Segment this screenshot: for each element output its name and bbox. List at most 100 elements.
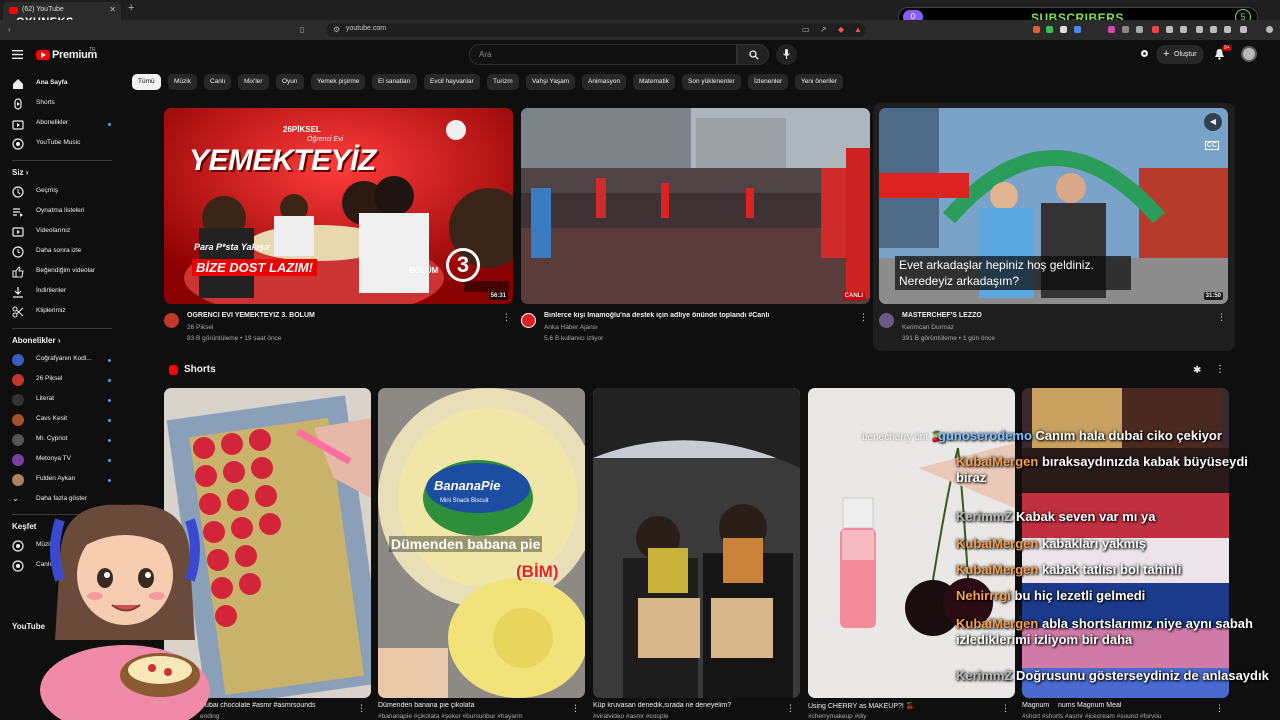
sidebar-subscription[interactable]: 26 Piksel xyxy=(12,372,112,388)
chip-8[interactable]: Turizm xyxy=(487,74,519,90)
close-tab-icon[interactable]: ✕ xyxy=(109,5,116,14)
more-options-icon[interactable]: ⋮ xyxy=(502,312,511,323)
short-title[interactable]: Dümenden banana pie çikolata xyxy=(378,702,558,709)
brave-shield-icon[interactable]: ◆ xyxy=(838,25,844,34)
chip-5[interactable]: Yemek pişirme xyxy=(311,74,366,90)
sidebar-item-youtube-music[interactable]: YouTube Music xyxy=(12,136,112,152)
mute-icon[interactable]: ◀ xyxy=(1204,113,1222,131)
studio-gear-icon[interactable] xyxy=(1139,48,1150,59)
chip-13[interactable]: İzlenenler xyxy=(748,74,789,90)
extension-icon[interactable] xyxy=(1074,26,1081,33)
more-options-icon[interactable]: ⋮ xyxy=(1217,312,1226,323)
more-options-icon[interactable]: ⋮ xyxy=(786,703,795,714)
chip-0[interactable]: Tümü xyxy=(132,74,161,90)
chip-3[interactable]: Mix'ler xyxy=(238,74,269,90)
hamburger-menu-icon[interactable] xyxy=(12,50,23,59)
chip-7[interactable]: Evcil hayvanlar xyxy=(424,74,480,90)
sidebar-item-abonelikler[interactable]: Abonelikler xyxy=(12,116,112,132)
extension-icon[interactable] xyxy=(1108,26,1115,33)
browser-menu-icon[interactable] xyxy=(1266,26,1273,33)
video-title[interactable]: MASTERCHEF'S LEZZO xyxy=(902,312,1212,319)
more-options-icon[interactable]: ⋮ xyxy=(1001,703,1010,714)
sidebar-subscription[interactable]: Coğrafyanın Kodl... xyxy=(12,352,112,368)
more-options-icon[interactable]: ⋮ xyxy=(859,312,868,323)
sidebar-item-oynatma-listeleri[interactable]: Oynatma listeleri xyxy=(12,204,112,220)
chip-2[interactable]: Canlı xyxy=(204,74,232,90)
sidebar-item-daha-sonra-izle[interactable]: Daha sonra izle xyxy=(12,244,112,260)
short-thumbnail[interactable] xyxy=(593,388,800,698)
extension-icon[interactable] xyxy=(1046,26,1053,33)
more-options-icon[interactable]: ⋮ xyxy=(1215,703,1224,714)
video-title[interactable]: ÖĞRENCİ EVİ YEMEKTEYİZ 3. BÖLÜM xyxy=(187,312,497,319)
sidebar-item-ana-sayfa[interactable]: Ana Sayfa xyxy=(12,76,112,92)
more-options-icon[interactable]: ⋮ xyxy=(357,703,366,714)
new-tab-icon[interactable]: + xyxy=(128,2,134,14)
back-icon[interactable]: ‹ xyxy=(8,25,11,34)
short-thumbnail[interactable]: BananaPie Mini Snack Biscuit Dümenden ba… xyxy=(378,388,585,698)
site-info-icon[interactable]: ⚙ xyxy=(333,25,340,34)
search-button[interactable] xyxy=(737,44,769,65)
chat-message: KubaiMergen bıraksaydınızda kabak büyüse… xyxy=(938,454,1278,486)
channel-name[interactable]: 26 Piksel xyxy=(187,324,213,331)
create-button[interactable]: + Oluştur xyxy=(1156,45,1204,64)
channel-avatar[interactable] xyxy=(521,313,536,328)
extension-icon[interactable] xyxy=(1166,26,1173,33)
video-thumbnail[interactable]: Öğrenci Evi 26PİKSEL YEMEKTEYİZ Para P*s… xyxy=(164,108,513,304)
sidebar-item-kliplerimiz[interactable]: Kliplerimiz xyxy=(12,304,112,320)
youtube-logo-icon[interactable] xyxy=(36,50,50,60)
cast-icon[interactable]: ▭ xyxy=(802,25,810,34)
address-bar[interactable] xyxy=(326,23,866,37)
share-icon[interactable]: ↗ xyxy=(820,25,827,34)
extension-icon[interactable] xyxy=(1180,26,1187,33)
captions-icon[interactable]: CC xyxy=(1204,141,1219,150)
chip-11[interactable]: Matematik xyxy=(633,74,675,90)
chip-4[interactable]: Oyun xyxy=(276,74,304,90)
chip-1[interactable]: Müzik xyxy=(168,74,197,90)
extension-icon[interactable] xyxy=(1224,26,1231,33)
extension-icon[interactable] xyxy=(1240,26,1247,33)
chat-username: KubaiMergen xyxy=(956,616,1039,631)
sidebar-section-you[interactable]: Siz › xyxy=(12,168,28,177)
video-thumbnail[interactable]: Evet arkadaşlar hepiniz hoş geldiniz. Ne… xyxy=(879,108,1228,304)
extension-icon[interactable] xyxy=(1210,26,1217,33)
rewards-icon[interactable]: ▲ xyxy=(854,25,862,34)
account-avatar[interactable] xyxy=(1241,46,1257,62)
video-title[interactable]: Binlerce kişi İmamoğlu'na destek için ad… xyxy=(544,312,854,319)
chip-6[interactable]: El sanatları xyxy=(372,74,417,90)
voice-search-button[interactable] xyxy=(776,44,797,65)
sidebar-item-shorts[interactable]: Shorts xyxy=(12,96,112,112)
sidebar-subscription[interactable]: Fulden Aykan xyxy=(12,472,112,488)
video-thumbnail[interactable]: CANLI xyxy=(521,108,870,304)
extension-icon[interactable] xyxy=(1060,26,1067,33)
chip-10[interactable]: Animasyon xyxy=(582,74,627,90)
sidebar-item-be-endi-im-videolar[interactable]: Beğendiğim videolar xyxy=(12,264,112,280)
short-title[interactable]: Küp kruvasan denedik,sırada ne deneyelim… xyxy=(593,702,773,709)
chat-message: KerimmZ Doğrusunu gösterseydiniz de anla… xyxy=(938,668,1278,684)
short-title[interactable]: Using CHERRY as MAKEUP?! 🍒 xyxy=(808,702,988,710)
channel-name[interactable]: Kerimcan Durmaz xyxy=(902,324,954,331)
channel-avatar[interactable] xyxy=(164,313,179,328)
shorts-feedback-icon[interactable]: ✱ xyxy=(1193,365,1201,376)
chip-12[interactable]: Son yüklenenler xyxy=(682,74,741,90)
bookmark-icon[interactable]: ▯ xyxy=(300,25,304,34)
channel-avatar[interactable] xyxy=(879,313,894,328)
extension-icon[interactable] xyxy=(1122,26,1129,33)
sidebar-item-videolar-n-z[interactable]: Videolarınız xyxy=(12,224,112,240)
shorts-more-icon[interactable]: ⋮ xyxy=(1215,364,1225,375)
chip-9[interactable]: Vahşi Yaşam xyxy=(526,74,576,90)
sidebar-subscription[interactable]: Metonya TV xyxy=(12,452,112,468)
sidebar-subscription[interactable]: Literat xyxy=(12,392,112,408)
sidebar-subscription[interactable]: Cavs Kesit xyxy=(12,412,112,428)
sidebar-subscription[interactable]: Mr. Cypriot xyxy=(12,432,112,448)
sidebar-item-ge-mi-[interactable]: Geçmiş xyxy=(12,184,112,200)
more-options-icon[interactable]: ⋮ xyxy=(571,703,580,714)
sidebar-item-i-ndirilenler[interactable]: İndirilenler xyxy=(12,284,112,300)
search-input[interactable]: Ara xyxy=(469,44,737,65)
extension-icon[interactable] xyxy=(1196,26,1203,33)
sidebar-section-subscriptions[interactable]: Abonelikler › xyxy=(12,336,60,345)
extension-icon[interactable] xyxy=(1136,26,1143,33)
chip-14[interactable]: Yeni öneriler xyxy=(795,74,843,90)
channel-name[interactable]: Anka Haber Ajansı xyxy=(544,324,598,331)
extension-icon[interactable] xyxy=(1152,26,1159,33)
extension-icon[interactable] xyxy=(1033,26,1040,33)
